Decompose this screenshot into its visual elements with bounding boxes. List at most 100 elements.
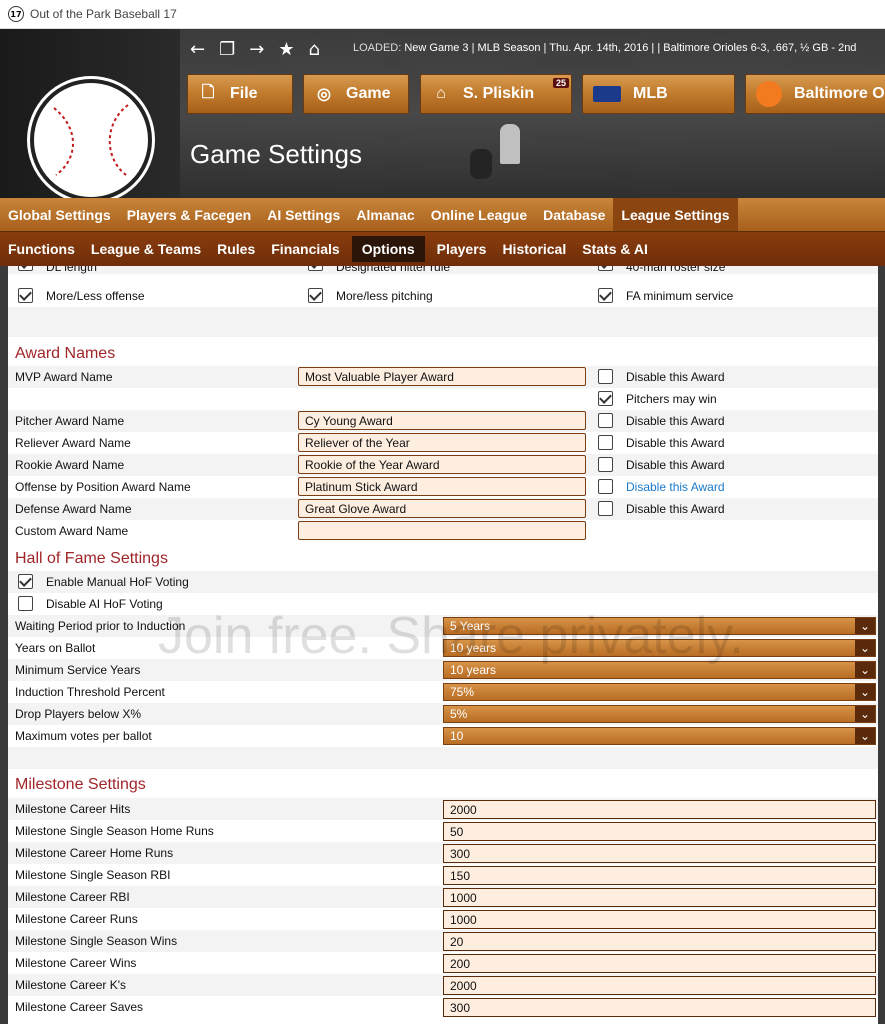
milestone-input[interactable]: 2000 (443, 800, 876, 819)
tab-online-league[interactable]: Online League (423, 198, 535, 231)
milestone-input[interactable]: 1000 (443, 910, 876, 929)
team-button[interactable]: Baltimore O (745, 74, 885, 114)
milestone-input[interactable]: 20 (443, 932, 876, 951)
milestone-input[interactable]: 200 (443, 954, 876, 973)
disable-award-label: Disable this Award (626, 414, 725, 428)
file-button[interactable]: 🗋 File (187, 74, 293, 114)
tab-historical[interactable]: Historical (494, 232, 574, 266)
milestone-input[interactable]: 300 (443, 844, 876, 863)
tab-players[interactable]: Players (429, 232, 495, 266)
rookie-award-input[interactable]: Rookie of the Year Award (298, 455, 586, 474)
years-on-ballot-select[interactable]: 10 years ⌄ (443, 639, 876, 657)
more-less-offense-checkbox[interactable] (18, 288, 33, 303)
drop-players-select[interactable]: 5% ⌄ (443, 705, 876, 723)
tab-database[interactable]: Database (535, 198, 613, 231)
award-row-offense: Offense by Position Award Name Platinum … (8, 476, 878, 498)
tab-league-teams[interactable]: League & Teams (83, 232, 209, 266)
induction-threshold-select[interactable]: 75% ⌄ (443, 683, 876, 701)
mlb-button[interactable]: MLB (582, 74, 735, 114)
award-row-pitcher: Pitcher Award Name Cy Young Award Disabl… (8, 410, 878, 432)
milestone-row: Milestone Career Wins 200 (8, 952, 878, 974)
home-icon[interactable]: ⌂ (308, 41, 319, 59)
disable-rookie-checkbox[interactable] (598, 457, 613, 472)
tab-players-facegen[interactable]: Players & Facegen (119, 198, 260, 231)
roster-size-checkbox[interactable] (598, 266, 613, 271)
game-button[interactable]: ◎ Game (303, 74, 409, 114)
loaded-text: New Game 3 | MLB Season | Thu. Apr. 14th… (404, 42, 857, 54)
milestone-input[interactable]: 1000 (443, 888, 876, 907)
dl-length-checkbox[interactable] (18, 266, 33, 271)
min-service-years-select[interactable]: 10 years ⌄ (443, 661, 876, 679)
page-title: Game Settings (190, 139, 362, 169)
manual-hof-checkbox[interactable] (18, 574, 33, 589)
forward-arrow-icon[interactable]: → (249, 41, 264, 59)
max-votes-select[interactable]: 10 ⌄ (443, 727, 876, 745)
disable-award-label: Disable this Award (626, 436, 725, 450)
milestone-row: Milestone Single Season Home Runs 50 (8, 820, 878, 842)
disable-award-label[interactable]: Disable this Award (626, 480, 725, 494)
reliever-award-input[interactable]: Reliever of the Year (298, 433, 586, 452)
hof-row: Drop Players below X% 5% ⌄ (8, 703, 878, 725)
dh-rule-checkbox[interactable] (308, 266, 323, 271)
mvp-award-input[interactable]: Most Valuable Player Award (298, 367, 586, 386)
offense-award-input[interactable]: Platinum Stick Award (298, 477, 586, 496)
custom-award-input[interactable] (298, 521, 586, 540)
award-row-defense: Defense Award Name Great Glove Award Dis… (8, 498, 878, 520)
milestone-row: Milestone Single Season RBI 150 (8, 864, 878, 886)
tab-almanac[interactable]: Almanac (348, 198, 422, 231)
disable-reliever-checkbox[interactable] (598, 435, 613, 450)
nav-toolbar: ← ❐ → ★ ⌂ (190, 39, 320, 61)
tab-ai-settings[interactable]: AI Settings (259, 198, 348, 231)
home-icon: ⌂ (436, 85, 446, 102)
hof-label: Waiting Period prior to Induction (15, 619, 186, 633)
milestone-input[interactable]: 300 (443, 998, 876, 1017)
manager-button[interactable]: ⌂ S. Pliskin 25 (420, 74, 572, 114)
star-icon[interactable]: ★ (278, 41, 294, 59)
milestone-label: Milestone Single Season Home Runs (15, 824, 214, 838)
waiting-period-select[interactable]: 5 Years ⌄ (443, 617, 876, 635)
app-icon: 17 (8, 6, 24, 22)
hof-row: Minimum Service Years 10 years ⌄ (8, 659, 878, 681)
milestone-label: Milestone Career Saves (15, 1000, 144, 1014)
disable-defense-checkbox[interactable] (598, 501, 613, 516)
hof-heading: Hall of Fame Settings (15, 550, 168, 567)
window-title: Out of the Park Baseball 17 (30, 7, 177, 21)
spacer-row (8, 747, 878, 769)
baseball-logo[interactable] (30, 79, 152, 201)
tab-functions[interactable]: Functions (0, 232, 83, 266)
milestone-heading: Milestone Settings (15, 776, 146, 793)
milestone-input[interactable]: 150 (443, 866, 876, 885)
tab-options[interactable]: Options (351, 236, 425, 262)
copy-icon[interactable]: ❐ (219, 41, 235, 59)
disable-offense-checkbox[interactable] (598, 479, 613, 494)
tab-stats-ai[interactable]: Stats & AI (574, 232, 656, 266)
spacer-row (8, 307, 878, 337)
defense-award-input[interactable]: Great Glove Award (298, 499, 586, 518)
sub-tabs: Functions League & Teams Rules Financial… (0, 232, 885, 266)
tab-rules[interactable]: Rules (209, 232, 263, 266)
milestone-label: Milestone Career RBI (15, 890, 130, 904)
milestone-input[interactable]: 50 (443, 822, 876, 841)
award-label: Defense Award Name (15, 502, 132, 516)
milestone-input[interactable]: 2000 (443, 976, 876, 995)
chevron-down-icon: ⌄ (855, 640, 875, 656)
hof-row: Induction Threshold Percent 75% ⌄ (8, 681, 878, 703)
pitchers-may-win-checkbox[interactable] (598, 391, 613, 406)
pitcher-award-input[interactable]: Cy Young Award (298, 411, 586, 430)
disable-ai-hof-label: Disable AI HoF Voting (46, 597, 163, 611)
milestone-label: Milestone Career Home Runs (15, 846, 174, 860)
disable-pitcher-checkbox[interactable] (598, 413, 613, 428)
tab-global-settings[interactable]: Global Settings (0, 198, 119, 231)
fa-min-service-checkbox[interactable] (598, 288, 613, 303)
tab-financials[interactable]: Financials (263, 232, 347, 266)
tab-league-settings[interactable]: League Settings (613, 198, 738, 231)
settings-sheet: DL length Designated hitter rule 40-man … (8, 266, 878, 1024)
disable-mvp-checkbox[interactable] (598, 369, 613, 384)
manual-hof-label: Enable Manual HoF Voting (46, 575, 189, 589)
back-arrow-icon[interactable]: ← (190, 41, 205, 59)
milestone-row: Milestone Career K's 2000 (8, 974, 878, 996)
more-less-pitching-checkbox[interactable] (308, 288, 323, 303)
disable-award-label: Disable this Award (626, 458, 725, 472)
disable-ai-hof-checkbox[interactable] (18, 596, 33, 611)
award-label: Rookie Award Name (15, 458, 125, 472)
